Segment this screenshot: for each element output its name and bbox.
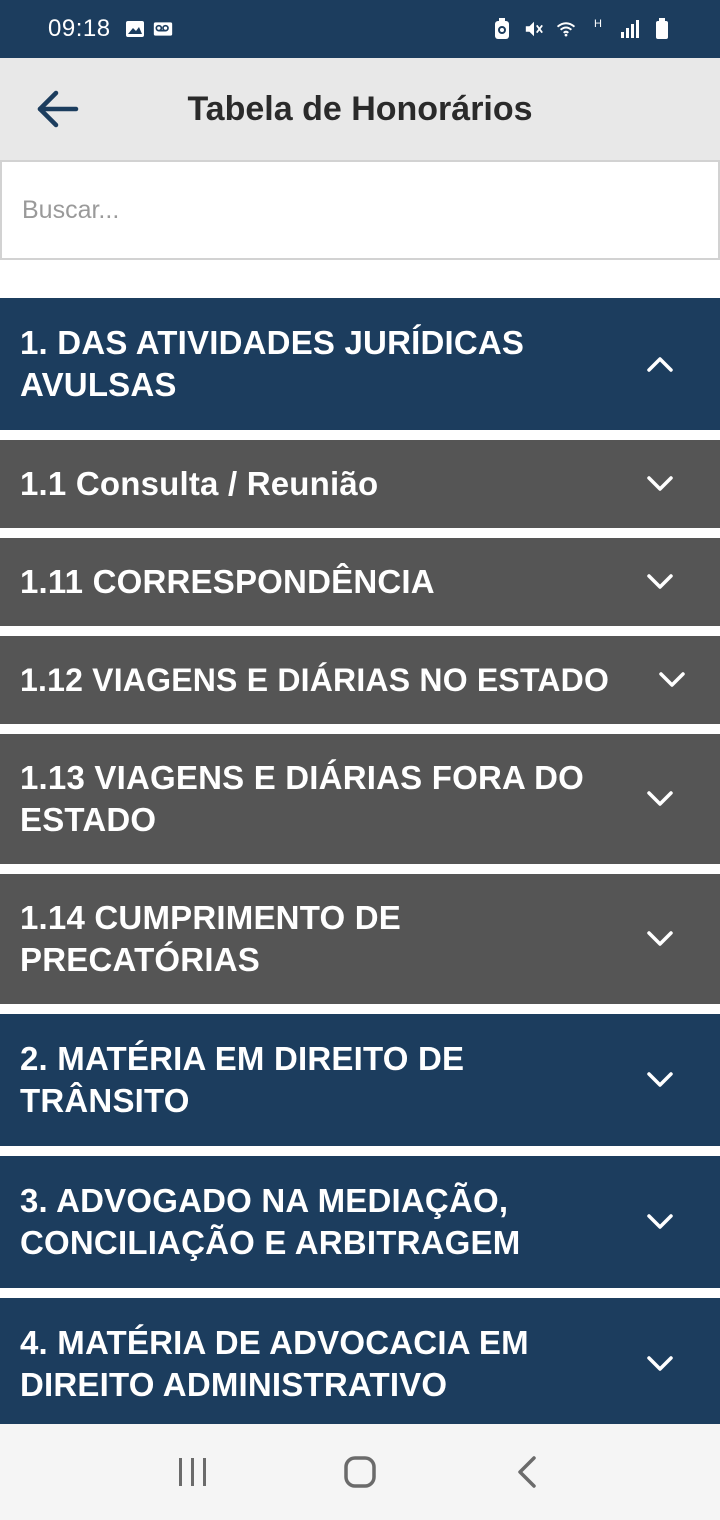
status-bar: 09:18 H bbox=[0, 0, 720, 58]
section-header[interactable]: 3. ADVOGADO NA MEDIAÇÃO, CONCILIAÇÃO E A… bbox=[0, 1156, 720, 1288]
back-nav-button[interactable] bbox=[497, 1442, 557, 1502]
section-header[interactable]: 4. MATÉRIA DE ADVOCACIA EM DIREITO ADMIN… bbox=[0, 1298, 720, 1424]
recent-apps-button[interactable] bbox=[163, 1442, 223, 1502]
chevron-down-icon bbox=[644, 929, 676, 949]
subsection-item[interactable]: 1.13 VIAGENS E DIÁRIAS FORA DO ESTADO bbox=[0, 734, 720, 864]
chevron-down-icon bbox=[644, 789, 676, 809]
search-input[interactable] bbox=[2, 162, 718, 258]
section-label: 3. ADVOGADO NA MEDIAÇÃO, CONCILIAÇÃO E A… bbox=[20, 1182, 521, 1261]
section-label: 1.11 CORRESPONDÊNCIA bbox=[20, 563, 435, 600]
recent-apps-icon bbox=[179, 1458, 207, 1486]
section-label: 1.12 VIAGENS E DIÁRIAS NO ESTADO bbox=[20, 662, 610, 698]
chevron-down-icon bbox=[644, 474, 676, 494]
page-title: Tabela de Honorários bbox=[187, 89, 533, 128]
back-nav-icon bbox=[517, 1456, 536, 1488]
battery-saver-icon bbox=[492, 18, 512, 39]
arrow-left-icon bbox=[37, 90, 79, 128]
app-bar: Tabela de Honorários bbox=[0, 58, 720, 160]
chevron-down-icon bbox=[644, 1354, 676, 1374]
chevron-down-icon bbox=[644, 1070, 676, 1090]
chevron-down-icon bbox=[644, 572, 676, 592]
chevron-down-icon bbox=[656, 670, 688, 690]
section-label: 2. MATÉRIA EM DIREITO DE TRÂNSITO bbox=[20, 1040, 465, 1119]
subsection-item[interactable]: 1.1 Consulta / Reunião bbox=[0, 440, 720, 528]
section-label: 4. MATÉRIA DE ADVOCACIA EM DIREITO ADMIN… bbox=[20, 1324, 529, 1403]
home-icon bbox=[344, 1456, 376, 1488]
status-time: 09:18 bbox=[48, 15, 111, 42]
wifi-icon bbox=[556, 19, 576, 39]
section-label: 1. DAS ATIVIDADES JURÍDICAS AVULSAS bbox=[20, 324, 525, 403]
chevron-up-icon bbox=[644, 354, 676, 374]
network-type-label: H bbox=[594, 18, 602, 30]
section-label: 1.14 CUMPRIMENTO DE PRECATÓRIAS bbox=[20, 899, 401, 978]
system-nav-bar bbox=[0, 1424, 720, 1520]
chevron-down-icon bbox=[644, 1212, 676, 1232]
mute-icon bbox=[524, 19, 544, 39]
section-header[interactable]: 2. MATÉRIA EM DIREITO DE TRÂNSITO bbox=[0, 1014, 720, 1146]
back-button[interactable] bbox=[28, 84, 88, 134]
home-button[interactable] bbox=[330, 1442, 390, 1502]
battery-icon bbox=[652, 18, 672, 39]
section-header[interactable]: 1. DAS ATIVIDADES JURÍDICAS AVULSAS bbox=[0, 298, 720, 430]
section-label: 1.13 VIAGENS E DIÁRIAS FORA DO ESTADO bbox=[20, 759, 585, 838]
voicemail-icon bbox=[153, 19, 173, 39]
section-label: 1.1 Consulta / Reunião bbox=[20, 465, 379, 502]
subsection-item[interactable]: 1.11 CORRESPONDÊNCIA bbox=[0, 538, 720, 626]
subsection-item[interactable]: 1.12 VIAGENS E DIÁRIAS NO ESTADO bbox=[0, 636, 720, 724]
fee-table-list: 1. DAS ATIVIDADES JURÍDICAS AVULSAS 1.1 … bbox=[0, 298, 720, 1424]
subsection-item[interactable]: 1.14 CUMPRIMENTO DE PRECATÓRIAS bbox=[0, 874, 720, 1004]
image-icon bbox=[125, 19, 145, 39]
h-network-icon: H bbox=[588, 18, 608, 40]
search-box bbox=[0, 160, 720, 260]
signal-icon bbox=[620, 19, 640, 39]
